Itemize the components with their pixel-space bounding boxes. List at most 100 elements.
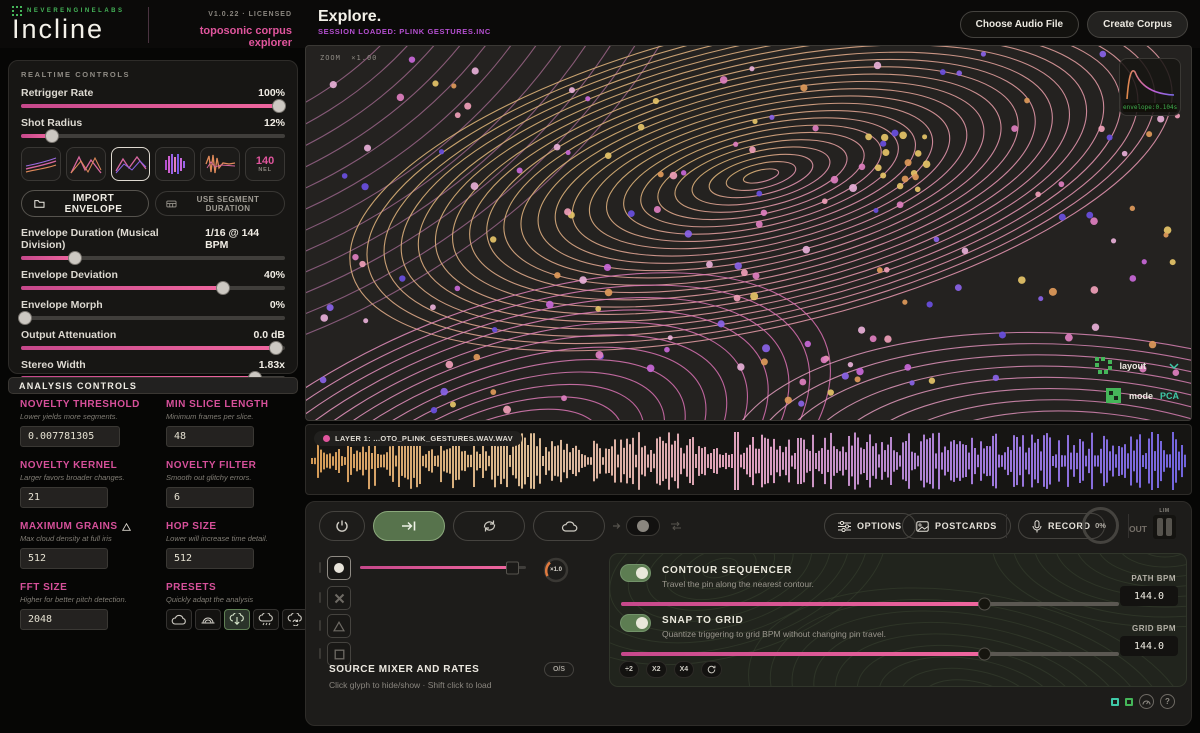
x-glyph-icon [334, 593, 345, 604]
create-corpus-button[interactable]: Create Corpus [1087, 11, 1188, 38]
view-square-green-toggle[interactable] [1125, 698, 1133, 706]
corpus-map[interactable]: ZOOM ×1.00 envelope:0.104s layout mode P… [305, 45, 1192, 421]
cloud-download-icon [229, 613, 245, 626]
import-envelope-button[interactable]: IMPORT ENVELOPE [21, 190, 149, 217]
quad-tempo-button[interactable]: X4 [674, 661, 695, 678]
loop-button[interactable] [453, 511, 525, 541]
envelope-duration-slider[interactable]: Envelope Duration (Musical Division)1/16… [21, 227, 285, 260]
output-limiter-meter[interactable] [1153, 515, 1176, 539]
mixer-title: SOURCE MIXER AND RATES [329, 664, 479, 675]
layout-control[interactable]: layout [1095, 357, 1179, 374]
realtime-controls-panel: REALTIME CONTROLS Retrigger Rate 100% Sh… [8, 60, 298, 374]
shot-radius-slider[interactable]: Shot Radius 12% [21, 117, 285, 138]
mini-toggle[interactable] [626, 516, 660, 536]
novelty-filter-field: NOVELTY FILTER Smooth out glitchy errors… [166, 460, 308, 508]
fft-size-input[interactable]: 2048 [20, 609, 108, 630]
choose-audio-file-button[interactable]: Choose Audio File [960, 11, 1079, 38]
min-slice-length-input[interactable]: 48 [166, 426, 254, 447]
retrigger-rate-slider[interactable]: Retrigger Rate 100% [21, 87, 285, 108]
envelope-curve-icon [1120, 63, 1180, 103]
analysis-grid: NOVELTY THRESHOLD Lower yields more segm… [8, 399, 298, 630]
preset-cloud-rain-button[interactable] [253, 609, 279, 630]
warning-triangle-icon [122, 523, 131, 531]
meter-bar [1157, 518, 1163, 536]
postcards-button[interactable]: POSTCARDS [902, 513, 1011, 539]
waveform-strip[interactable]: LAYER 1: ...OTO_PLINK_GESTURES.WAV.WAV [305, 424, 1192, 495]
sequencer-panel: CONTOUR SEQUENCER Travel the pin along t… [609, 553, 1187, 687]
contour-sequencer-toggle[interactable] [620, 564, 651, 582]
preset-cloud-download-button[interactable] [224, 609, 250, 630]
layout-pixel-icon [1095, 357, 1112, 374]
analysis-controls-header: ANALYSIS CONTROLS [8, 377, 298, 394]
preset-cloud-layers-button[interactable] [195, 609, 221, 630]
grid-bpm-slider[interactable] [621, 652, 1119, 656]
contour-sequencer-row: CONTOUR SEQUENCER Travel the pin along t… [610, 564, 1186, 614]
mixer-subtitle: Click glyph to hide/show · Shift click t… [329, 680, 492, 690]
circle-glyph-icon [333, 562, 345, 574]
hop-size-input[interactable]: 512 [166, 548, 254, 569]
chevron-down-icon[interactable] [1169, 363, 1179, 369]
path-bpm-slider[interactable] [621, 602, 1119, 606]
envelope-deviation-slider[interactable]: Envelope Deviation40% [21, 269, 285, 290]
source-circle-glyph-button[interactable] [327, 556, 351, 580]
help-icon[interactable]: ? [1160, 694, 1175, 709]
power-button[interactable] [319, 511, 365, 541]
path-bpm-input[interactable]: 144.0 [1120, 586, 1178, 606]
layer-chip[interactable]: LAYER 1: ...OTO_PLINK_GESTURES.WAV.WAV [314, 431, 522, 446]
tick [319, 648, 321, 659]
path-bpm-label: PATH BPM [1131, 574, 1176, 583]
play-to-end-button[interactable] [373, 511, 445, 541]
grid-bpm-input[interactable]: 144.0 [1120, 636, 1178, 656]
page-title: Explore. [318, 8, 491, 26]
envelope-shape-cloud-button[interactable] [155, 147, 195, 181]
snap-to-grid-row: SNAP TO GRID Quantize triggering to grid… [610, 614, 1186, 664]
envelope-ramp-icon [114, 152, 148, 176]
half-tempo-button[interactable]: ÷2 [619, 661, 639, 678]
power-icon [335, 519, 349, 533]
use-segment-duration-button[interactable]: USE SEGMENT DURATION [155, 191, 285, 216]
cloud-icon [561, 520, 578, 533]
mode-pixel-icon [1105, 387, 1122, 404]
cloud-mode-button[interactable] [533, 511, 605, 541]
novelty-filter-input[interactable]: 6 [166, 487, 254, 508]
envelope-morph-slider[interactable]: Envelope Morph0% [21, 299, 285, 320]
grid-bpm-label: GRID BPM [1132, 624, 1176, 633]
maximum-grains-input[interactable]: 512 [20, 548, 108, 569]
folder-icon [34, 198, 45, 209]
fft-size-field: FFT SIZE Higher for better pitch detecti… [20, 582, 158, 630]
source-level-slider[interactable] [360, 566, 526, 569]
envelope-shape-lines-button[interactable] [21, 147, 61, 181]
tagline: toposonic corpus explorer [156, 25, 292, 49]
performance-gauge-icon[interactable] [1139, 694, 1154, 709]
hop-size-field: HOP SIZE Lower will increase time detail… [166, 521, 308, 569]
bottom-panel: OPTIONS POSTCARDS RECORD 0% OUT LIM ×1.0… [305, 501, 1192, 726]
layer-color-dot [323, 435, 330, 442]
novelty-kernel-input[interactable]: 21 [20, 487, 108, 508]
header: NEVERENGINELABS Incline V1.0.22 · LICENS… [0, 0, 1200, 48]
preset-cloud-button[interactable] [166, 609, 192, 630]
envelope-shape-140-nel-button[interactable]: 140 NEL [245, 147, 285, 181]
mini-toggle-knob [637, 520, 649, 532]
min-slice-length-field: MIN SLICE LENGTH Minimum frames per slic… [166, 399, 308, 447]
envelope-shape-ramp-button[interactable] [111, 147, 151, 181]
source-square-glyph-button[interactable] [327, 642, 351, 666]
reset-tempo-button[interactable] [701, 661, 722, 678]
envelope-shape-squiggle-button[interactable] [200, 147, 240, 181]
view-square-teal-toggle[interactable] [1111, 698, 1119, 706]
double-tempo-button[interactable]: X2 [646, 661, 667, 678]
oversample-pill[interactable]: O/S [544, 662, 574, 677]
novelty-threshold-input[interactable]: 0.007781305 [20, 426, 120, 447]
output-attenuation-slider[interactable]: Output Attenuation0.0 dB [21, 329, 285, 350]
mode-control[interactable]: mode PCA [1105, 387, 1179, 404]
source-x-glyph-button[interactable] [327, 586, 351, 610]
rate-knob[interactable]: ×1.0 [542, 556, 570, 584]
snap-to-grid-toggle[interactable] [620, 614, 651, 632]
envelope-shape-peaks-button[interactable] [66, 147, 106, 181]
source-triangle-glyph-button[interactable] [327, 614, 351, 638]
swap-icon[interactable] [670, 521, 682, 531]
session-status: SESSION LOADED: PLINK GESTURES.INC [318, 27, 491, 36]
lim-label: LIM [1159, 508, 1169, 514]
envelope-preview[interactable]: envelope:0.104s [1119, 58, 1181, 116]
divider [1006, 514, 1007, 538]
record-gain-ring[interactable]: 0% [1082, 507, 1119, 544]
